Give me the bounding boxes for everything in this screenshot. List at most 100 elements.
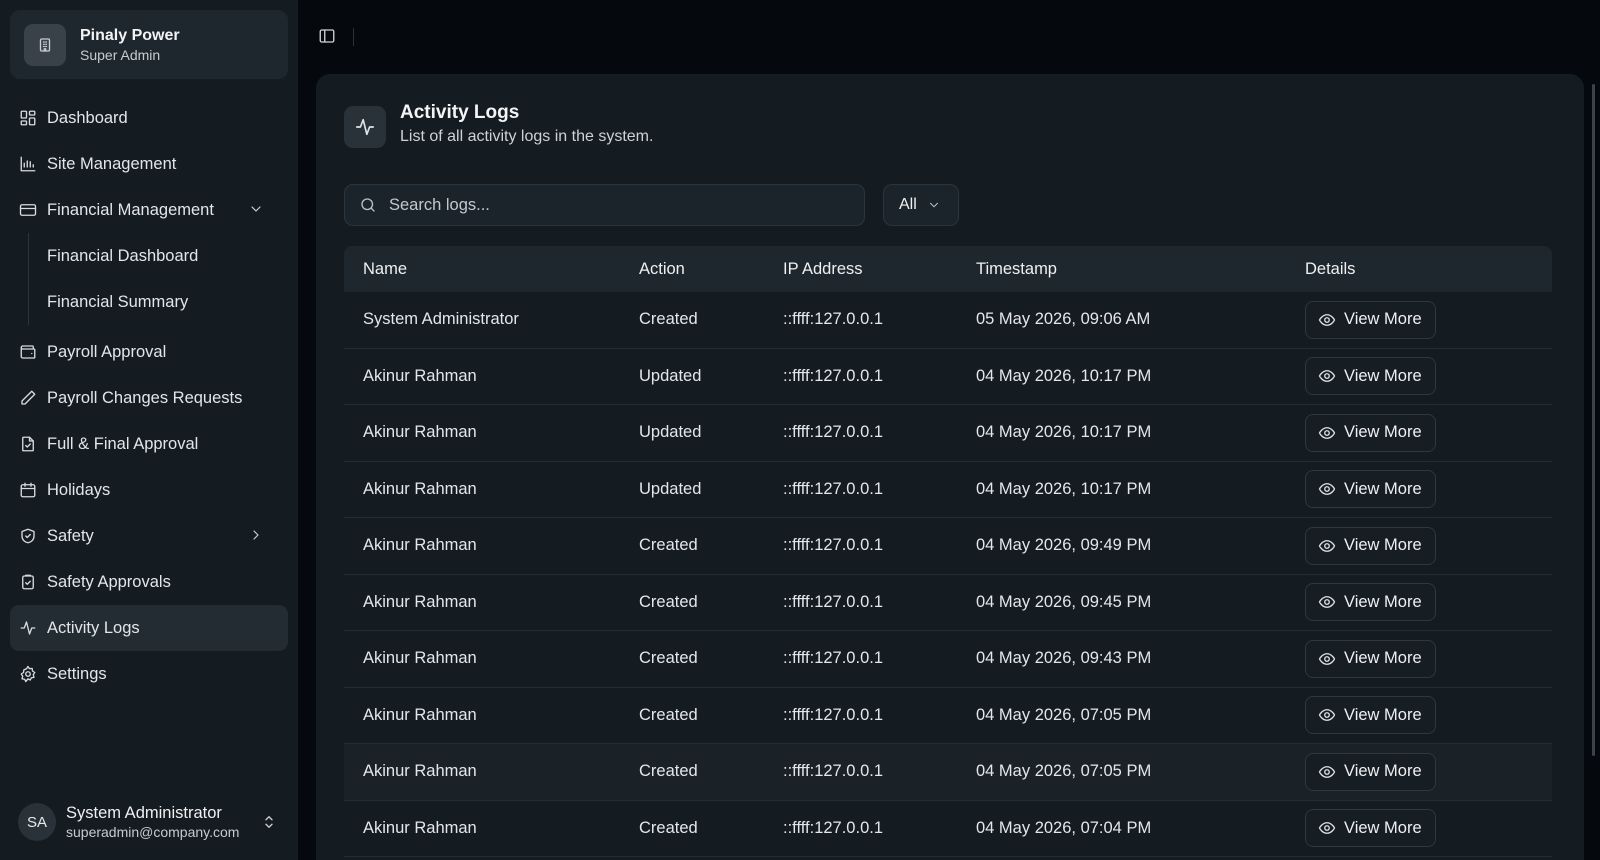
cell-details: View More — [1305, 357, 1552, 396]
chevron-down-icon — [927, 198, 941, 212]
table-row: System Administrator Created::ffff:127.0.… — [344, 292, 1552, 349]
cell-name: System Administrator — [363, 310, 519, 329]
sidebar-item-site-management[interactable]: Site Management — [10, 141, 288, 187]
cell-details: View More — [1305, 583, 1552, 622]
column-header: Timestamp — [976, 259, 1057, 278]
sidebar-item-holidays[interactable]: Holidays — [10, 467, 288, 513]
sidebar-item-safety[interactable]: Safety — [10, 513, 288, 559]
sidebar-item-safety-approvals[interactable]: Safety Approvals — [10, 559, 288, 605]
view-more-label: View More — [1344, 762, 1422, 781]
cell-timestamp: 04 May 2026, 10:17 PM — [976, 423, 1152, 442]
brand-name: Pinaly Power — [80, 26, 180, 44]
filter-select[interactable]: All — [883, 184, 959, 226]
sidebar-item-financial-management[interactable]: Financial Management — [10, 187, 288, 233]
cell-ip-address: ::ffff:127.0.0.1 — [783, 762, 884, 781]
view-more-label: View More — [1344, 818, 1422, 837]
eye-icon — [1318, 593, 1336, 611]
column-header: Name — [363, 259, 408, 278]
view-more-button[interactable]: View More — [1305, 357, 1436, 396]
sidebar-item-label: Full & Final Approval — [47, 434, 199, 453]
cell-name: Akinur Rahman — [363, 762, 477, 781]
cell-details: View More — [1305, 639, 1552, 678]
cell-name: Akinur Rahman — [363, 649, 477, 668]
table-row: Akinur Rahman Created::ffff:127.0.0.1 04 M… — [344, 631, 1552, 688]
view-more-button[interactable]: View More — [1305, 583, 1436, 622]
chevron-right-icon — [248, 527, 266, 545]
view-more-button[interactable]: View More — [1305, 696, 1436, 735]
activity-icon — [344, 106, 386, 148]
cell-details: View More — [1305, 752, 1552, 791]
view-more-button[interactable]: View More — [1305, 809, 1436, 848]
table-row: Akinur Rahman Created::ffff:127.0.0.1 04 M… — [344, 688, 1552, 744]
sidebar-item-dashboard[interactable]: Dashboard — [10, 95, 288, 141]
eye-icon — [1318, 480, 1336, 498]
activity-icon — [19, 619, 37, 637]
cell-ip-address: ::ffff:127.0.0.1 — [783, 592, 884, 611]
activity-logs-table: Name Action IP Address Timestamp Details… — [344, 246, 1552, 857]
view-more-button[interactable]: View More — [1305, 752, 1436, 791]
cell-details: View More — [1305, 809, 1552, 848]
cell-timestamp: 05 May 2026, 09:06 AM — [976, 310, 1151, 329]
avatar: SA — [18, 803, 56, 841]
cell-name: Akinur Rahman — [363, 423, 477, 442]
table-row: Akinur Rahman Updated::ffff:127.0.0.1 04 M… — [344, 349, 1552, 405]
sidebar-item-label: Financial Dashboard — [47, 246, 199, 265]
column-header: IP Address — [783, 259, 863, 278]
sidebar-toggle-icon[interactable] — [318, 27, 338, 47]
building-icon — [24, 23, 66, 66]
cell-name: Akinur Rahman — [363, 818, 477, 837]
view-more-button[interactable]: View More — [1305, 639, 1436, 678]
sidebar-item-label: Dashboard — [47, 108, 128, 127]
cell-ip-address: ::ffff:127.0.0.1 — [783, 536, 884, 555]
cell-timestamp: 04 May 2026, 09:43 PM — [976, 649, 1152, 668]
cell-details: View More — [1305, 300, 1552, 339]
page-scrollbar[interactable] — [1592, 84, 1595, 756]
view-more-label: View More — [1344, 423, 1422, 442]
pencil-icon — [19, 389, 37, 407]
sidebar-item-activity-logs[interactable]: Activity Logs — [10, 605, 288, 651]
brand-switcher[interactable]: Pinaly Power Super Admin — [10, 10, 288, 79]
cell-details: View More — [1305, 696, 1552, 735]
cell-timestamp: 04 May 2026, 09:49 PM — [976, 536, 1152, 555]
eye-icon — [1318, 650, 1336, 668]
main-panel: Activity Logs List of all activity logs … — [316, 74, 1584, 860]
sidebar-item-financial-dashboard[interactable]: Financial Dashboard — [10, 233, 288, 279]
sidebar-item-payroll-changes-requests[interactable]: Payroll Changes Requests — [10, 375, 288, 421]
view-more-button[interactable]: View More — [1305, 470, 1436, 509]
user-name: System Administrator — [66, 804, 222, 822]
cell-ip-address: ::ffff:127.0.0.1 — [783, 423, 884, 442]
cell-details: View More — [1305, 526, 1552, 565]
eye-icon — [1318, 819, 1336, 837]
chevrons-up-down-icon — [260, 813, 278, 831]
sidebar-item-full-final-approval[interactable]: Full & Final Approval — [10, 421, 288, 467]
view-more-button[interactable]: View More — [1305, 526, 1436, 565]
user-menu[interactable]: SA System Administrator superadmin@compa… — [10, 797, 288, 847]
sidebar-item-label: Holidays — [47, 480, 111, 499]
credit-card-icon — [19, 201, 37, 219]
sidebar-item-settings[interactable]: Settings — [10, 651, 288, 697]
sidebar-item-label: Safety Approvals — [47, 572, 171, 591]
view-more-label: View More — [1344, 479, 1422, 498]
cell-ip-address: ::ffff:127.0.0.1 — [783, 479, 884, 498]
cell-name: Akinur Rahman — [363, 479, 477, 498]
cell-action: Created — [639, 310, 698, 329]
cell-details: View More — [1305, 413, 1552, 452]
search-icon — [359, 196, 377, 214]
view-more-button[interactable]: View More — [1305, 300, 1436, 339]
search-input[interactable] — [389, 195, 859, 215]
cell-ip-address: ::ffff:127.0.0.1 — [783, 818, 884, 837]
page-subtitle: List of all activity logs in the system. — [400, 128, 654, 145]
sidebar-item-label: Safety — [47, 526, 94, 545]
table-row: Akinur Rahman Created::ffff:127.0.0.1 04 M… — [344, 575, 1552, 631]
table-row: Akinur Rahman Created::ffff:127.0.0.1 04 M… — [344, 801, 1552, 857]
eye-icon — [1318, 763, 1336, 781]
chart-icon — [19, 155, 37, 173]
view-more-button[interactable]: View More — [1305, 413, 1436, 452]
sidebar-item-financial-summary[interactable]: Financial Summary — [10, 279, 288, 325]
cell-action: Created — [639, 649, 698, 668]
sidebar-item-payroll-approval[interactable]: Payroll Approval — [10, 329, 288, 375]
eye-icon — [1318, 424, 1336, 442]
cell-action: Updated — [639, 479, 702, 498]
search-box[interactable] — [344, 184, 865, 226]
table-row: Akinur Rahman Created::ffff:127.0.0.1 04 M… — [344, 744, 1552, 801]
